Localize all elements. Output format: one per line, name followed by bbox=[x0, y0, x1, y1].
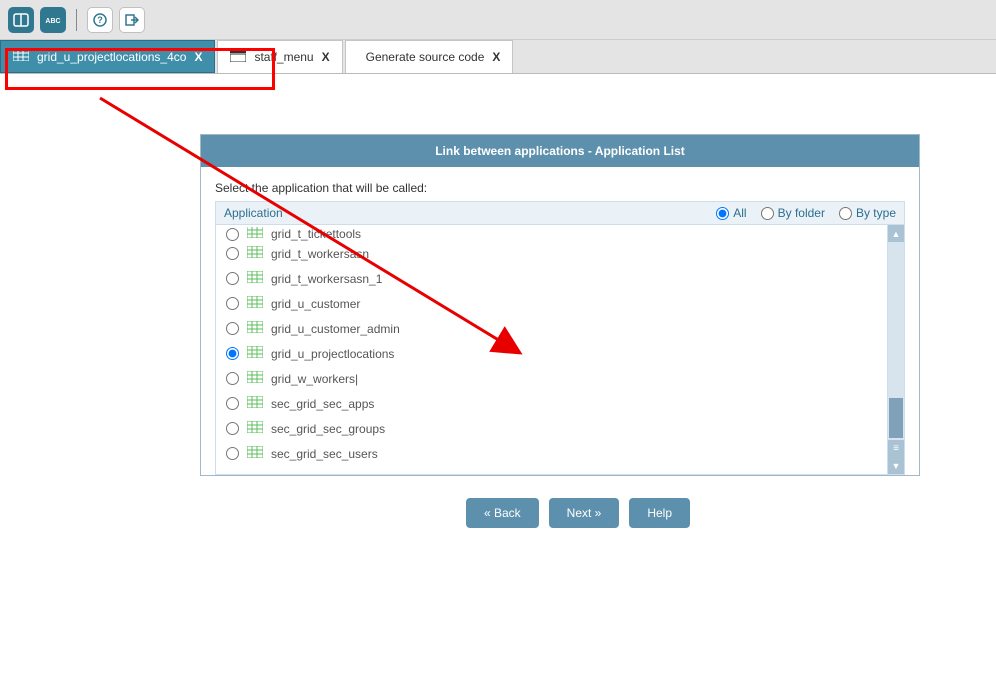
list-item-label: sec_grid_sec_users bbox=[271, 447, 378, 461]
list-item-label: sec_grid_sec_apps bbox=[271, 397, 374, 411]
list-item-label: grid_u_customer_admin bbox=[271, 322, 400, 336]
filter-by-type-label: By type bbox=[856, 206, 896, 220]
list-item-label: grid_t_workersasn bbox=[271, 247, 369, 261]
grid-icon bbox=[247, 227, 263, 241]
book-icon[interactable] bbox=[8, 7, 34, 33]
list-item[interactable]: sec_grid_sec_apps bbox=[216, 391, 887, 416]
scrollbar-track[interactable] bbox=[888, 242, 904, 440]
scrollbar-thumb[interactable] bbox=[889, 398, 903, 438]
close-icon[interactable]: X bbox=[492, 50, 500, 64]
tab-grid-u-projectlocations-4co[interactable]: grid_u_projectlocations_4co X bbox=[0, 40, 215, 73]
tab-label: Generate source code bbox=[366, 50, 485, 64]
filter-all[interactable]: All bbox=[716, 206, 746, 220]
svg-text:ABC: ABC bbox=[45, 18, 60, 25]
grid-icon bbox=[247, 296, 263, 311]
abc-icon[interactable]: ABC bbox=[40, 7, 66, 33]
panel-title: Link between applications - Application … bbox=[201, 135, 919, 167]
filter-by-folder[interactable]: By folder bbox=[761, 206, 825, 220]
panel-prompt: Select the application that will be call… bbox=[215, 181, 905, 195]
list-item-radio[interactable] bbox=[226, 228, 239, 241]
list-header-col-application: Application bbox=[224, 206, 716, 220]
list-scroll-area: grid_t_tickettools grid_t_workersasn grid_… bbox=[216, 225, 887, 474]
vertical-scrollbar[interactable]: ▲ ≡ ▼ bbox=[887, 225, 904, 474]
tab-bar: grid_u_projectlocations_4coXstaff_menuXG… bbox=[0, 40, 996, 74]
list-item[interactable]: grid_t_workersasn_1 bbox=[216, 266, 887, 291]
back-button[interactable]: « Back bbox=[466, 498, 539, 528]
next-button[interactable]: Next » bbox=[549, 498, 620, 528]
list-item[interactable]: sec_grid_sec_groups bbox=[216, 416, 887, 441]
grid-icon bbox=[247, 446, 263, 461]
list-item[interactable]: sec_grid_sec_users bbox=[216, 441, 887, 466]
grid-icon bbox=[247, 396, 263, 411]
list-item-label: grid_u_customer bbox=[271, 297, 360, 311]
list-item[interactable]: grid_u_projectlocations bbox=[216, 341, 887, 366]
list-item[interactable]: grid_t_tickettools bbox=[216, 227, 887, 241]
tab-label: staff_menu bbox=[254, 50, 313, 64]
button-bar: « Back Next » Help bbox=[200, 476, 956, 550]
filter-by-folder-label: By folder bbox=[778, 206, 825, 220]
filter-by-type-radio[interactable] bbox=[839, 207, 852, 220]
scrollbar-menu-icon[interactable]: ≡ bbox=[888, 440, 904, 457]
list-item[interactable]: grid_u_customer bbox=[216, 291, 887, 316]
list-item-radio[interactable] bbox=[226, 347, 239, 360]
grid-icon bbox=[247, 421, 263, 436]
filter-all-label: All bbox=[733, 206, 746, 220]
list-item[interactable]: grid_u_customer_admin bbox=[216, 316, 887, 341]
list-item-radio[interactable] bbox=[226, 422, 239, 435]
list-item-label: grid_w_workers| bbox=[271, 372, 358, 386]
list-item-label: grid_t_workersasn_1 bbox=[271, 272, 382, 286]
tab-staff-menu[interactable]: staff_menu X bbox=[217, 40, 342, 73]
list-item-radio[interactable] bbox=[226, 447, 239, 460]
help-button[interactable]: Help bbox=[629, 498, 690, 528]
list-item-radio[interactable] bbox=[226, 322, 239, 335]
list-item-radio[interactable] bbox=[226, 297, 239, 310]
list-item[interactable]: grid_t_workersasn bbox=[216, 241, 887, 266]
tab-generate-source-code[interactable]: Generate source code X bbox=[345, 40, 514, 73]
application-list: grid_t_tickettools grid_t_workersasn grid_… bbox=[215, 225, 905, 475]
scroll-down-icon[interactable]: ▼ bbox=[888, 457, 904, 474]
tab-label: grid_u_projectlocations_4co bbox=[37, 50, 186, 64]
grid-icon bbox=[247, 271, 263, 286]
list-item[interactable]: grid_w_workers| bbox=[216, 366, 887, 391]
exit-icon[interactable] bbox=[119, 7, 145, 33]
grid-icon bbox=[247, 346, 263, 361]
list-item-radio[interactable] bbox=[226, 247, 239, 260]
list-item-radio[interactable] bbox=[226, 272, 239, 285]
grid-icon bbox=[247, 321, 263, 336]
list-item-radio[interactable] bbox=[226, 397, 239, 410]
list-filter-group: All By folder By type bbox=[716, 206, 896, 220]
app-list-panel: Link between applications - Application … bbox=[200, 134, 920, 476]
list-item-label: grid_t_tickettools bbox=[271, 227, 361, 241]
grid-icon bbox=[247, 246, 263, 261]
grid-icon bbox=[13, 49, 29, 64]
list-header: Application All By folder By type bbox=[215, 201, 905, 225]
toolbar-separator bbox=[76, 9, 77, 31]
grid-icon bbox=[247, 371, 263, 386]
svg-text:?: ? bbox=[97, 15, 103, 25]
top-toolbar: ABC ? bbox=[0, 0, 996, 40]
filter-by-type[interactable]: By type bbox=[839, 206, 896, 220]
close-icon[interactable]: X bbox=[194, 50, 202, 64]
list-item-label: sec_grid_sec_groups bbox=[271, 422, 385, 436]
help-icon[interactable]: ? bbox=[87, 7, 113, 33]
menu-icon bbox=[230, 50, 246, 65]
close-icon[interactable]: X bbox=[322, 50, 330, 64]
filter-by-folder-radio[interactable] bbox=[761, 207, 774, 220]
filter-all-radio[interactable] bbox=[716, 207, 729, 220]
list-item-label: grid_u_projectlocations bbox=[271, 347, 394, 361]
list-item-radio[interactable] bbox=[226, 372, 239, 385]
scroll-up-icon[interactable]: ▲ bbox=[888, 225, 904, 242]
main-area: Link between applications - Application … bbox=[0, 74, 996, 550]
